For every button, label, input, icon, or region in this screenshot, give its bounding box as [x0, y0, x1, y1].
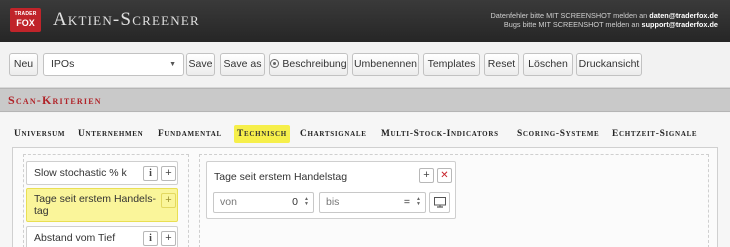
- to-placeholder: bis: [326, 196, 340, 208]
- plus-icon[interactable]: +: [161, 166, 176, 181]
- eye-icon: [270, 59, 280, 68]
- criterion-label: Abstand vom Tief: [34, 232, 116, 244]
- header-contact-info: Datenfehler bitte MIT SCREENSHOT melden …: [491, 11, 718, 29]
- scan-criteria-banner: Scan-Kriterien: [0, 88, 730, 112]
- filter-card-title: Tage seit erstem Handelstag: [214, 171, 348, 183]
- save-as-button[interactable]: Save as: [220, 53, 265, 76]
- calendar-icon: [434, 197, 446, 208]
- tab-echtzeit-signale[interactable]: Echtzeit-Signale: [612, 125, 697, 143]
- criteria-tabs: Universum Unternehmen Fundamental Techni…: [0, 113, 730, 147]
- active-filters-area: Tage seit erstem Handelstag + ✕ von 0 ▲ ▼…: [199, 154, 709, 247]
- screen-select[interactable]: IPOs ▼: [43, 53, 184, 76]
- plus-icon[interactable]: +: [161, 193, 176, 208]
- info-icon[interactable]: i: [143, 166, 158, 181]
- reset-button[interactable]: Reset: [484, 53, 519, 76]
- traderfox-logo[interactable]: TRADER FOX: [10, 8, 41, 32]
- data-email-link[interactable]: daten@traderfox.de: [649, 11, 718, 20]
- bug-report-text: Bugs bitte MIT SCREENSHOT melden an: [503, 20, 642, 29]
- criterion-tage-seit-erstem-handelstag[interactable]: Tage seit erstem Handels- tag +: [26, 188, 178, 222]
- tab-unternehmen[interactable]: Unternehmen: [78, 125, 143, 143]
- filter-card: Tage seit erstem Handelstag + ✕ von 0 ▲ ▼…: [206, 161, 456, 219]
- close-icon[interactable]: ✕: [437, 168, 452, 183]
- data-error-text: Datenfehler bitte MIT SCREENSHOT melden …: [490, 11, 650, 20]
- app-header: TRADER FOX Aktien-Screener Datenfehler b…: [0, 0, 730, 42]
- content-area: Slow stochastic % k i + Tage seit erstem…: [0, 147, 730, 247]
- app-title: Aktien-Screener: [53, 9, 200, 30]
- info-icon[interactable]: i: [143, 231, 158, 246]
- criteria-list: Slow stochastic % k i + Tage seit erstem…: [23, 154, 189, 247]
- from-value: 0: [292, 196, 298, 208]
- new-button[interactable]: Neu: [9, 53, 38, 76]
- to-value: =: [403, 196, 410, 208]
- templates-button[interactable]: Templates: [423, 53, 480, 76]
- criterion-label: Slow stochastic % k: [34, 167, 127, 179]
- tab-scoring-systeme[interactable]: Scoring-Systeme: [517, 125, 599, 143]
- logo-top-text: TRADER: [14, 11, 37, 17]
- chevron-down-icon: ▼: [169, 61, 176, 68]
- criterion-label: Tage seit erstem Handels- tag: [34, 193, 156, 217]
- tab-multi-stock-indicators[interactable]: Multi-Stock-Indicators: [381, 125, 499, 143]
- criterion-label-line1: Tage seit erstem Handels-: [34, 193, 156, 205]
- tab-fundamental[interactable]: Fundamental: [158, 125, 222, 143]
- logo-bottom-text: FOX: [16, 18, 35, 28]
- stepper-icon[interactable]: ▲ ▼: [416, 197, 421, 207]
- criterion-label-line2: tag: [34, 205, 49, 217]
- tab-technisch[interactable]: Technisch: [234, 125, 290, 143]
- screen-select-value: IPOs: [51, 58, 75, 70]
- from-placeholder: von: [220, 196, 237, 208]
- from-input[interactable]: von 0 ▲ ▼: [213, 192, 314, 213]
- delete-button[interactable]: Löschen: [523, 53, 573, 76]
- print-view-button[interactable]: Druckansicht: [576, 53, 642, 76]
- description-button[interactable]: Beschreibung: [269, 53, 348, 76]
- criterion-abstand-vom-tief[interactable]: Abstand vom Tief i +: [26, 226, 178, 247]
- criteria-panel: Slow stochastic % k i + Tage seit erstem…: [12, 147, 718, 247]
- save-button[interactable]: Save: [186, 53, 215, 76]
- calendar-button[interactable]: [429, 192, 450, 213]
- rename-button[interactable]: Umbenennen: [352, 53, 419, 76]
- plus-icon[interactable]: +: [161, 231, 176, 246]
- plus-icon[interactable]: +: [419, 168, 434, 183]
- tab-universum[interactable]: Universum: [14, 125, 65, 143]
- tab-chartsignale[interactable]: Chartsignale: [300, 125, 367, 143]
- description-button-label: Beschreibung: [282, 58, 347, 70]
- section-title: Scan-Kriterien: [8, 93, 102, 107]
- toolbar: Neu IPOs ▼ Save Save as Beschreibung Umb…: [0, 42, 730, 88]
- to-input[interactable]: bis = ▲ ▼: [319, 192, 426, 213]
- criterion-slow-stochastic[interactable]: Slow stochastic % k i +: [26, 161, 178, 185]
- support-email-link[interactable]: support@traderfox.de: [642, 20, 718, 29]
- stepper-icon[interactable]: ▲ ▼: [304, 197, 309, 207]
